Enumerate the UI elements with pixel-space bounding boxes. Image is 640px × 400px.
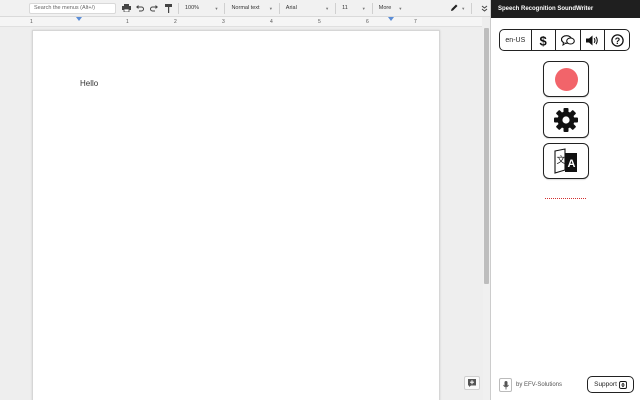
svg-text:A: A (568, 158, 576, 170)
soundwriter-panel: Speech Recognition SoundWriter en-US $ ? (490, 0, 640, 400)
chevron-down-icon: ▼ (398, 5, 403, 11)
support-label: Support (594, 381, 617, 388)
toolbar-divider (278, 2, 280, 14)
toolbar-divider (224, 2, 226, 14)
zoom-value: 100% (184, 5, 200, 11)
microphone-icon[interactable] (499, 378, 512, 392)
toolbar-divider (335, 2, 337, 14)
print-icon[interactable] (121, 2, 133, 14)
font-value: Arial (285, 5, 297, 11)
style-value: Normal text (231, 5, 260, 11)
add-comment-icon (468, 379, 476, 387)
gear-icon (554, 108, 578, 132)
ruler-number: 3 (222, 19, 225, 25)
translate-button[interactable]: 文 A (543, 143, 589, 179)
ruler-number: 2 (174, 19, 177, 25)
document-scrollbar[interactable] (483, 28, 490, 400)
speech-bubbles-icon[interactable] (555, 30, 580, 50)
paint-format-icon[interactable] (162, 2, 174, 14)
chevron-down-icon: ▼ (268, 5, 273, 11)
pencil-icon[interactable] (448, 2, 460, 14)
redo-icon[interactable] (148, 2, 160, 14)
zoom-dropdown[interactable]: 100% ▼ (183, 3, 220, 14)
font-size-dropdown[interactable]: 11 ▼ (340, 3, 368, 14)
support-button[interactable]: Support (587, 376, 634, 393)
font-size-value: 11 (342, 5, 348, 11)
toolbar-divider (371, 2, 373, 14)
settings-button[interactable] (543, 102, 589, 138)
panel-title: Speech Recognition SoundWriter (491, 0, 640, 18)
chevron-down-icon[interactable]: ▼ (461, 6, 465, 11)
panel-toolbar: en-US $ ? (499, 29, 630, 51)
document-area: Hello (0, 28, 482, 400)
ruler-number: 5 (318, 19, 321, 25)
style-dropdown[interactable]: Normal text ▼ (229, 3, 274, 14)
record-button[interactable] (543, 61, 589, 97)
chevron-down-icon: ▼ (214, 5, 219, 11)
panel-footer: by EFV-Solutions (499, 378, 562, 392)
add-comment-button[interactable] (464, 376, 480, 390)
svg-text:$: $ (539, 34, 547, 47)
support-icon (618, 380, 627, 389)
language-button[interactable]: en-US (500, 30, 531, 50)
ruler-number: 4 (270, 19, 273, 25)
help-icon[interactable]: ? (604, 30, 629, 50)
right-indent-marker[interactable] (388, 17, 394, 21)
document-page[interactable]: Hello (32, 30, 440, 400)
speaker-icon[interactable] (579, 30, 605, 50)
toolbar-divider (178, 2, 179, 14)
font-dropdown[interactable]: Arial ▼ (284, 3, 331, 14)
record-icon (554, 67, 578, 91)
scrollbar-thumb[interactable] (484, 28, 489, 284)
dollar-icon[interactable]: $ (530, 30, 556, 50)
collapse-toolbar-icon[interactable] (478, 2, 490, 14)
recognition-progress-line (545, 198, 586, 199)
vendor-credit: by EFV-Solutions (516, 382, 563, 388)
more-dropdown[interactable]: More ▼ (377, 3, 405, 14)
ruler-number: 7 (414, 19, 417, 25)
ruler[interactable]: 1 1 2 3 4 5 6 7 (0, 17, 482, 27)
ruler-number: 6 (366, 19, 369, 25)
svg-text:文: 文 (557, 154, 566, 165)
docs-toolbar: Search the menus (Alt+/) 100% ▼ Normal t… (0, 0, 490, 17)
search-menus-input[interactable]: Search the menus (Alt+/) (29, 2, 116, 14)
chevron-down-icon: ▼ (361, 5, 366, 11)
undo-icon[interactable] (135, 2, 147, 14)
toolbar-divider (471, 2, 473, 14)
document-text[interactable]: Hello (80, 79, 98, 88)
translate-icon: 文 A (554, 148, 577, 174)
svg-text:?: ? (614, 36, 620, 46)
ruler-number: 1 (30, 19, 33, 25)
left-indent-marker[interactable] (76, 17, 82, 21)
chevron-down-icon: ▼ (325, 5, 330, 11)
ruler-number: 1 (126, 19, 129, 25)
more-label: More (378, 5, 392, 11)
